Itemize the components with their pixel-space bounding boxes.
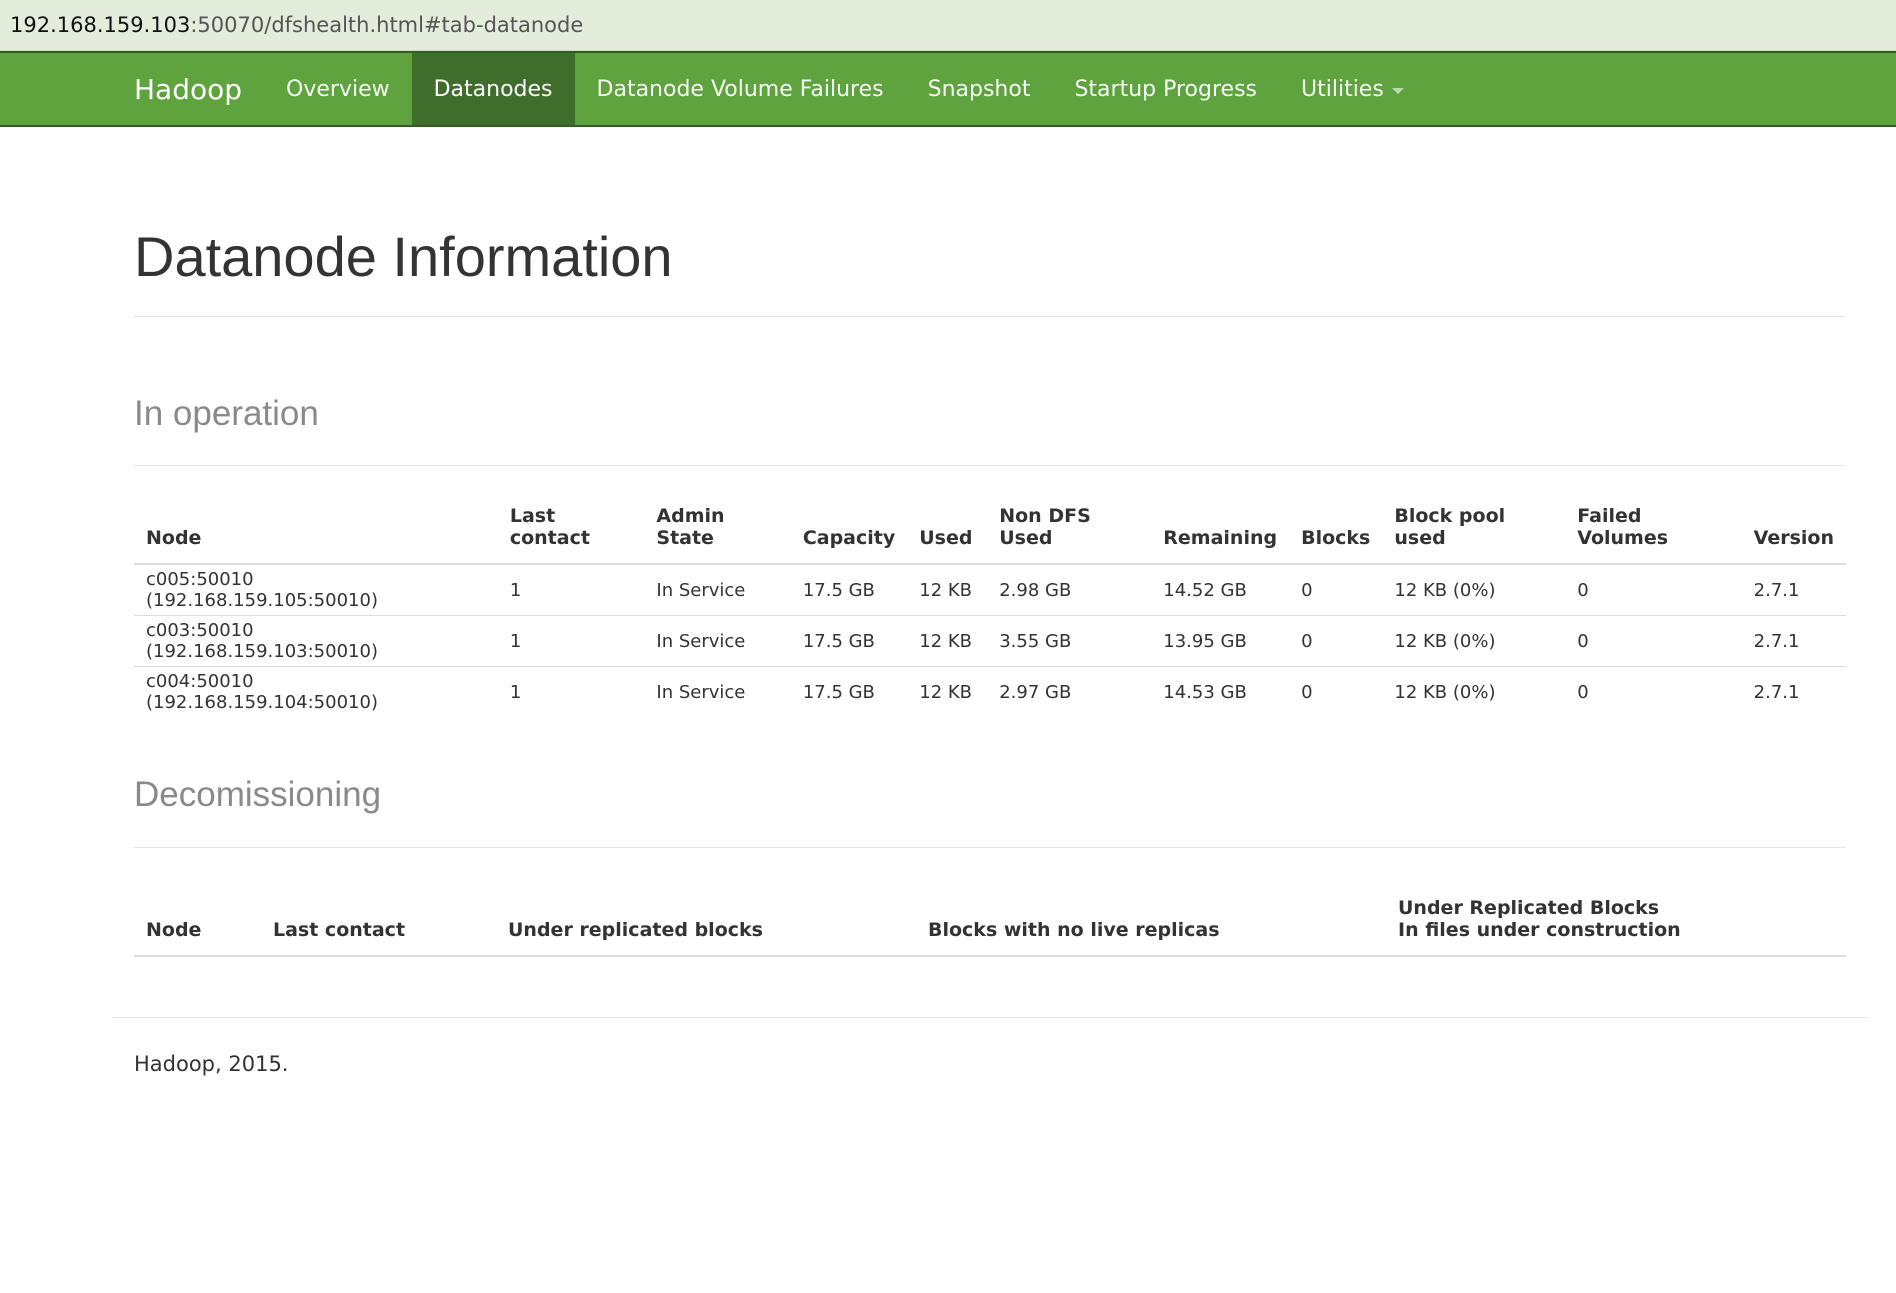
col-failed-volumes[interactable]: Failed Volumes: [1565, 505, 1741, 564]
col-last-contact[interactable]: Last contact: [498, 505, 645, 564]
nav-snapshot[interactable]: Snapshot: [906, 53, 1053, 125]
col-blocks-no-live-replicas[interactable]: Blocks with no live replicas: [916, 890, 1386, 956]
page-title: Datanode Information: [134, 225, 673, 288]
cell-block-pool-used: 12 KB (0%): [1382, 563, 1566, 616]
col-non-dfs-used[interactable]: Non DFS Used: [987, 505, 1151, 564]
cell-version: 2.7.1: [1741, 666, 1846, 717]
cell-failed-volumes: 0: [1565, 666, 1742, 717]
col-last-contact[interactable]: Last contact: [261, 890, 496, 956]
url-host: 192.168.159.103: [10, 13, 191, 37]
cell-capacity: 17.5 GB: [790, 666, 908, 717]
cell-capacity: 17.5 GB: [790, 615, 908, 667]
cell-last-contact: 1: [497, 563, 645, 616]
col-under-replicated-blocks[interactable]: Under replicated blocks: [496, 890, 916, 956]
cell-block-pool-used: 12 KB (0%): [1382, 615, 1566, 667]
cell-blocks: 0: [1289, 666, 1383, 717]
cell-used: 12 KB: [907, 563, 988, 616]
cell-block-pool-used: 12 KB (0%): [1382, 666, 1566, 717]
brand-link[interactable]: Hadoop: [134, 53, 264, 125]
nav-datanode-volume-failures[interactable]: Datanode Volume Failures: [575, 53, 906, 125]
cell-remaining: 14.53 GB: [1151, 666, 1290, 717]
col-node[interactable]: Node: [134, 890, 261, 956]
col-block-pool-used[interactable]: Block pool used: [1382, 505, 1565, 564]
cell-non-dfs-used: 3.55 GB: [987, 615, 1152, 667]
col-version[interactable]: Version: [1742, 505, 1846, 564]
decomissioning-table: Node Last contact Under replicated block…: [134, 890, 1846, 957]
cell-remaining: 13.95 GB: [1151, 615, 1290, 667]
table-row: c005:50010 (192.168.159.105:50010) 1 In …: [134, 563, 1846, 616]
nav-datanodes[interactable]: Datanodes: [411, 53, 575, 125]
decomissioning-heading: Decomissioning: [134, 775, 382, 814]
cell-failed-volumes: 0: [1565, 563, 1742, 616]
cell-version: 2.7.1: [1741, 563, 1846, 616]
cell-node: c005:50010 (192.168.159.105:50010): [134, 563, 498, 616]
in-operation-divider: [134, 465, 1846, 466]
address-bar[interactable]: 192.168.159.103:50070/dfshealth.html#tab…: [0, 0, 1896, 51]
cell-last-contact: 1: [497, 666, 645, 717]
caret-down-icon: [1391, 88, 1404, 94]
in-operation-table: Node Last contact Admin State Capacity U…: [134, 505, 1846, 717]
cell-blocks: 0: [1289, 563, 1383, 616]
col-remaining[interactable]: Remaining: [1151, 505, 1289, 564]
col-under-replicated-line1: Under Replicated Blocks: [1398, 897, 1660, 919]
title-divider: [134, 316, 1846, 317]
nav-startup-progress[interactable]: Startup Progress: [1052, 53, 1279, 125]
cell-failed-volumes: 0: [1565, 615, 1742, 667]
top-navbar: Hadoop Overview Datanodes Datanode Volum…: [0, 51, 1896, 127]
decomissioning-divider: [134, 847, 1846, 848]
col-under-replicated-in-construction[interactable]: Under Replicated Blocks In files under c…: [1386, 890, 1846, 956]
in-operation-heading: In operation: [134, 394, 319, 433]
cell-version: 2.7.1: [1741, 615, 1846, 667]
cell-non-dfs-used: 2.97 GB: [987, 666, 1152, 717]
cell-node: c003:50010 (192.168.159.103:50010): [134, 615, 498, 667]
nav-overview[interactable]: Overview: [264, 53, 412, 125]
nav-utilities[interactable]: Utilities: [1279, 53, 1426, 125]
col-blocks[interactable]: Blocks: [1289, 505, 1382, 564]
table-row: c003:50010 (192.168.159.103:50010) 1 In …: [134, 615, 1846, 667]
cell-last-contact: 1: [497, 615, 645, 667]
col-used[interactable]: Used: [907, 505, 987, 564]
cell-remaining: 14.52 GB: [1151, 563, 1290, 616]
cell-blocks: 0: [1289, 615, 1383, 667]
col-node[interactable]: Node: [134, 505, 498, 564]
footer-text: Hadoop, 2015.: [134, 1052, 289, 1076]
cell-non-dfs-used: 2.98 GB: [987, 563, 1152, 616]
col-under-replicated-line2: In files under construction: [1398, 919, 1681, 941]
cell-admin-state: In Service: [644, 563, 791, 616]
col-capacity[interactable]: Capacity: [791, 505, 907, 564]
cell-used: 12 KB: [907, 615, 988, 667]
nav-utilities-label: Utilities: [1301, 76, 1384, 102]
url-path: :50070/dfshealth.html#tab-datanode: [190, 13, 584, 37]
cell-used: 12 KB: [907, 666, 988, 717]
cell-admin-state: In Service: [644, 615, 791, 667]
cell-node: c004:50010 (192.168.159.104:50010): [134, 666, 498, 717]
cell-admin-state: In Service: [644, 666, 791, 717]
footer-divider: [112, 1017, 1868, 1018]
table-row: c004:50010 (192.168.159.104:50010) 1 In …: [134, 666, 1846, 717]
col-admin-state[interactable]: Admin State: [644, 505, 790, 564]
cell-capacity: 17.5 GB: [790, 563, 908, 616]
